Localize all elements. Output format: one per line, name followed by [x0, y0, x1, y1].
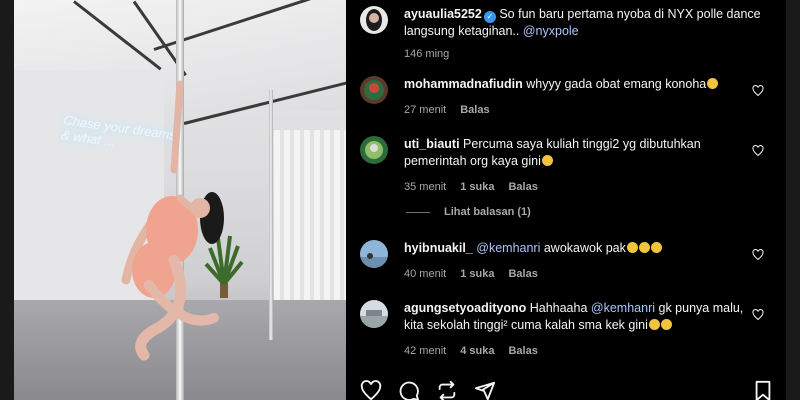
comment-meta: 35 menit 1 suka Balas	[404, 179, 764, 196]
comment-mention[interactable]: @kemhanri	[476, 241, 540, 255]
comment-body: whyyy gada obat emang konoha	[526, 77, 707, 91]
comment-item: mohammadnafiudin whyyy gada obat emang k…	[360, 76, 776, 119]
comment-meta: 40 menit 1 suka Balas	[404, 266, 764, 283]
view-replies-label: Lihat balasan (1)	[444, 206, 531, 218]
caption-meta: 146 ming	[404, 46, 764, 63]
instagram-post-viewer: Chase your dreams & what ... ayuaulia525…	[0, 0, 800, 400]
repost-icon[interactable]	[436, 380, 458, 400]
comment-text: uti_biauti Percuma saya kuliah tinggi2 y…	[404, 136, 764, 196]
comment-item: uti_biauti Percuma saya kuliah tinggi2 y…	[360, 136, 776, 196]
comment-text: agungsetyoadityono Hahhaaha @kemhanri gk…	[404, 300, 764, 360]
avatar[interactable]	[360, 6, 388, 34]
emoji-icon	[541, 155, 553, 166]
reply-button[interactable]: Balas	[508, 179, 537, 196]
heart-icon[interactable]	[752, 309, 764, 321]
comment-body: awokawok pak	[543, 241, 626, 255]
avatar[interactable]	[360, 136, 388, 164]
avatar[interactable]	[360, 76, 388, 104]
emoji-icon	[707, 78, 719, 89]
dance-pole-back	[269, 90, 273, 340]
heart-icon[interactable]	[360, 380, 382, 400]
reply-button[interactable]: Balas	[508, 343, 537, 360]
emoji-icon	[638, 242, 650, 253]
heart-icon[interactable]	[752, 85, 764, 97]
post-action-bar	[360, 380, 496, 400]
avatar[interactable]	[360, 300, 388, 328]
comment-username[interactable]: uti_biauti	[404, 137, 460, 151]
comment-time: 35 menit	[404, 181, 447, 193]
comment-username[interactable]: agungsetyoadityono	[404, 301, 526, 315]
reply-button[interactable]: Balas	[508, 266, 537, 283]
left-backdrop	[0, 0, 14, 400]
heart-icon[interactable]	[752, 249, 764, 261]
comment-mention[interactable]: @kemhanri	[591, 301, 655, 315]
like-count[interactable]: 1 suka	[460, 266, 494, 283]
comment-body-start: Hahhaaha	[529, 301, 588, 315]
comment-username[interactable]: mohammadnafiudin	[404, 77, 523, 91]
bookmark-icon[interactable]	[752, 380, 774, 400]
emoji-icon	[626, 242, 638, 253]
caption-text: ayuaulia5252 ✓ So fun baru pertama nyoba …	[404, 6, 764, 63]
comment-text: mohammadnafiudin whyyy gada obat emang k…	[404, 76, 764, 119]
replies-divider	[406, 211, 430, 213]
comment-text: hyibnuakil_ @kemhanri awokawok pak 40 me…	[404, 240, 764, 283]
caption-username[interactable]: ayuaulia5252	[404, 7, 482, 21]
comment-icon[interactable]	[398, 380, 420, 400]
dancer-figure	[121, 80, 224, 361]
comment-time: 40 menit	[404, 268, 447, 280]
heart-icon[interactable]	[752, 145, 764, 157]
like-count[interactable]: 4 suka	[460, 343, 494, 360]
emoji-icon	[650, 242, 662, 253]
curtain	[274, 130, 346, 310]
comment-item: agungsetyoadityono Hahhaaha @kemhanri gk…	[360, 300, 776, 360]
comment-meta: 42 menit 4 suka Balas	[404, 343, 764, 360]
caption-mention[interactable]: @nyxpole	[523, 24, 579, 38]
like-count[interactable]: 1 suka	[460, 179, 494, 196]
post-media[interactable]: Chase your dreams & what ...	[14, 0, 346, 400]
verified-badge-icon: ✓	[483, 11, 496, 23]
view-replies-button[interactable]: Lihat balasan (1)	[406, 206, 531, 218]
right-backdrop	[786, 0, 800, 400]
comment-time: 42 menit	[404, 345, 447, 357]
comment-meta: 27 menit Balas	[404, 102, 764, 119]
post-caption: ayuaulia5252 ✓ So fun baru pertama nyoba …	[360, 6, 776, 63]
share-icon[interactable]	[474, 380, 496, 400]
comment-item: hyibnuakil_ @kemhanri awokawok pak 40 me…	[360, 240, 776, 283]
emoji-icon	[648, 319, 660, 330]
reply-button[interactable]: Balas	[460, 102, 489, 119]
comments-panel: ayuaulia5252 ✓ So fun baru pertama nyoba …	[346, 0, 786, 400]
avatar[interactable]	[360, 240, 388, 268]
comment-time: 27 menit	[404, 104, 447, 116]
post-age: 146 ming	[404, 48, 450, 60]
comment-username[interactable]: hyibnuakil_	[404, 241, 473, 255]
emoji-icon	[660, 319, 672, 330]
